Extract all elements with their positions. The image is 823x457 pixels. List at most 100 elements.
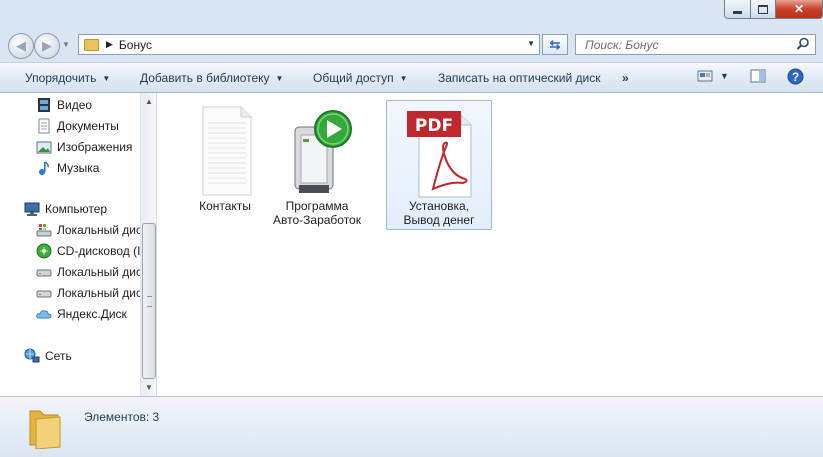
close-button[interactable]: ✕	[776, 0, 823, 19]
refresh-icon: ⇆	[549, 36, 561, 52]
computer-icon	[24, 201, 40, 217]
burn-button[interactable]: Записать на оптический диск	[438, 71, 601, 85]
details-pane: Элементов: 3	[0, 396, 823, 457]
forward-button[interactable]: ▶	[34, 33, 60, 59]
preview-pane-button[interactable]	[750, 68, 766, 87]
address-bar[interactable]: ▶ Бонус ▼	[78, 34, 540, 55]
preview-pane-icon	[750, 69, 766, 83]
add-to-library-menu[interactable]: Добавить в библиотеку ▼	[140, 71, 283, 85]
nav-item-label: Локальный дис	[57, 265, 142, 279]
nav-item-drive-c[interactable]: Локальный дис	[36, 220, 142, 240]
search-input[interactable]	[583, 36, 787, 53]
nav-scrollbar[interactable]: ▲ ▼	[140, 93, 156, 396]
file-item-program[interactable]: Программа Авто-Заработок	[272, 100, 362, 230]
help-icon: ?	[787, 68, 804, 85]
nav-item-label: Музыка	[57, 161, 100, 175]
file-name-line-1: Контакты	[199, 199, 251, 213]
chevron-down-icon: ▼	[399, 74, 408, 83]
refresh-button[interactable]: ⇆	[542, 34, 568, 55]
file-name-line-2: Авто-Заработок	[273, 213, 361, 227]
breadcrumb-arrow-icon[interactable]: ▶	[106, 39, 113, 50]
nav-item-yandex-disk[interactable]: Яндекс.Диск	[36, 304, 127, 324]
nav-item-cd-drive[interactable]: CD-дисковод (I	[36, 241, 140, 261]
breadcrumb-current[interactable]: Бонус	[119, 38, 152, 52]
svg-text:PDF: PDF	[415, 116, 453, 136]
more-commands-button[interactable]: »	[622, 71, 629, 85]
scroll-up-icon[interactable]: ▲	[141, 93, 156, 110]
nav-item-label: Компьютер	[45, 202, 108, 216]
organize-menu[interactable]: Упорядочить ▼	[25, 71, 110, 85]
folder-icon	[84, 38, 99, 51]
explorer-window: ✕ ◀ ▶ ▼ ▶ Бонус ▼ ⇆ Упорядочить ▼ Добавит…	[0, 0, 823, 457]
pdf-icon: PDF	[407, 111, 472, 198]
burn-label: Записать на оптический диск	[438, 71, 601, 85]
close-icon: ✕	[793, 2, 805, 16]
address-row: ◀ ▶ ▼ ▶ Бонус ▼ ⇆	[0, 30, 823, 60]
file-name-line-2: Вывод денег	[403, 213, 475, 227]
view-icon	[697, 70, 713, 82]
nav-item-label: Сеть	[45, 349, 72, 363]
nav-item-network[interactable]: Сеть	[24, 346, 72, 366]
system-drive-icon	[36, 222, 52, 238]
nav-item-music[interactable]: Музыка	[36, 158, 99, 178]
svg-text:?: ?	[792, 70, 799, 84]
address-dropdown-icon[interactable]: ▼	[527, 39, 535, 48]
nav-item-pictures[interactable]: Изображения	[36, 137, 132, 157]
nav-item-label: Локальный дис	[57, 286, 142, 300]
file-item-contacts[interactable]: Контакты	[180, 100, 270, 230]
folder-icon	[29, 410, 61, 449]
file-name-line-1: Программа	[285, 199, 349, 213]
documents-icon	[36, 118, 52, 134]
installer-icon	[294, 110, 352, 193]
add-to-library-label: Добавить в библиотеку	[140, 71, 270, 85]
command-bar: Упорядочить ▼ Добавить в библиотеку ▼ Общи…	[0, 62, 823, 93]
recent-pages-dropdown[interactable]: ▼	[62, 40, 70, 49]
file-item-pdf[interactable]: PDF Установка, Вывод денег	[386, 100, 492, 230]
grip-icon	[147, 296, 152, 307]
organize-label: Упорядочить	[25, 71, 97, 85]
nav-item-label: Видео	[57, 98, 93, 112]
minimize-icon	[733, 10, 742, 14]
file-name: Установка, Вывод денег	[387, 199, 491, 227]
arrow-right-icon: ▶	[42, 38, 52, 53]
file-name: Контакты	[181, 199, 269, 213]
nav-item-label: Документы	[57, 119, 119, 133]
video-icon	[36, 97, 52, 113]
nav-item-drive-2[interactable]: Локальный дис	[36, 262, 142, 282]
nav-item-label: Изображения	[57, 140, 133, 154]
item-count: Элементов: 3	[84, 410, 160, 424]
nav-item-label: CD-дисковод (I	[57, 244, 141, 258]
file-list[interactable]: Контакты Программа Авто-Заработок PDF Ус…	[157, 93, 823, 396]
text-file-icon	[202, 106, 252, 196]
share-menu[interactable]: Общий доступ ▼	[313, 71, 408, 85]
back-button[interactable]: ◀	[8, 33, 34, 59]
maximize-button[interactable]	[751, 0, 776, 19]
chevron-down-icon: ▼	[102, 74, 111, 83]
scrollbar-thumb[interactable]	[142, 223, 156, 379]
navigation-pane: Видео Документы Изображения Музыка Компь…	[0, 93, 157, 396]
nav-item-video[interactable]: Видео	[36, 95, 92, 115]
more-label: »	[622, 71, 629, 85]
window-controls: ✕	[724, 0, 823, 19]
chevron-down-icon: ▼	[275, 74, 284, 83]
music-icon	[36, 160, 52, 176]
minimize-button[interactable]	[724, 0, 751, 19]
scroll-down-icon[interactable]: ▼	[141, 379, 156, 396]
cloud-icon	[36, 306, 52, 322]
nav-item-label: Яндекс.Диск	[57, 307, 127, 321]
pictures-icon	[36, 139, 52, 155]
cd-drive-icon	[36, 243, 52, 259]
nav-item-computer[interactable]: Компьютер	[24, 199, 107, 219]
drive-icon	[36, 285, 52, 301]
network-icon	[24, 348, 40, 364]
change-view-button[interactable]	[697, 68, 713, 87]
view-options-dropdown[interactable]: ▼	[720, 71, 729, 81]
file-name-line-1: Установка,	[408, 199, 470, 213]
nav-item-drive-3[interactable]: Локальный дис	[36, 283, 142, 303]
help-button[interactable]: ?	[787, 68, 804, 88]
share-label: Общий доступ	[313, 71, 394, 85]
nav-item-label: Локальный дис	[57, 223, 142, 237]
nav-item-documents[interactable]: Документы	[36, 116, 119, 136]
search-box[interactable]	[575, 34, 816, 55]
search-icon[interactable]	[796, 37, 810, 51]
